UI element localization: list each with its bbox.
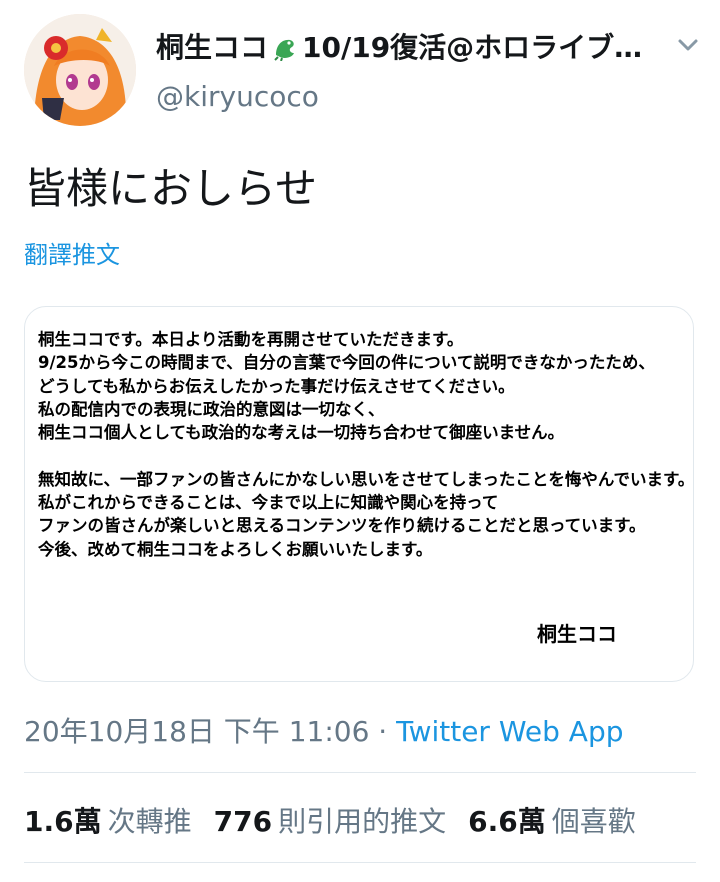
notice-line <box>38 444 694 467</box>
notice-line: 無知故に、一部ファンの皆さんにかなしい思いをさせてしまったことを悔やんでいます。 <box>38 469 695 489</box>
notice-line: ファンの皆さんが楽しいと思えるコンテンツを作り続けることだと思っています。 <box>38 516 646 536</box>
divider <box>24 862 696 863</box>
tweet-text: 皆様におしらせ <box>24 164 318 213</box>
meta-separator: · <box>369 715 397 748</box>
display-name[interactable]: 桐生ココ 10/19復活@ホロライブ… <box>156 26 656 68</box>
quotes-count: 776 <box>213 805 273 838</box>
likes-label: 個喜歡 <box>551 805 636 838</box>
notice-text: 桐生ココです。本日より活動を再開させていただきます。 9/25から今この時間まで… <box>38 328 694 561</box>
likes-stat[interactable]: 6.6萬 個喜歡 <box>468 805 658 838</box>
dragon-emoji-icon <box>272 35 298 68</box>
display-name-text: 桐生ココ <box>156 31 269 64</box>
translate-tweet-link[interactable]: 翻譯推文 <box>24 235 120 270</box>
source-app-link[interactable]: Twitter Web App <box>396 715 623 748</box>
notice-line: どうしても私からお伝えしたかった事だけ伝えさせてください。 <box>38 376 515 396</box>
notice-line: 桐生ココです。本日より活動を再開させていただきます。 <box>38 330 464 349</box>
divider <box>24 772 696 773</box>
notice-signature: 桐生ココ <box>537 622 617 646</box>
retweets-label: 次轉推 <box>107 805 192 838</box>
notice-line: 私の配信内での表現に政治的意図は一切なく、 <box>38 399 385 419</box>
avatar[interactable] <box>24 14 136 126</box>
notice-line: 9/25から今この時間まで、自分の言葉で今回の件について説明できなかったため、 <box>38 353 655 373</box>
quotes-label: 則引用的推文 <box>278 805 447 838</box>
user-handle[interactable]: @kiryucoco <box>156 80 319 113</box>
quotes-stat[interactable]: 776 則引用的推文 <box>214 805 468 838</box>
display-name-suffix: 10/19復活@ホロライブ… <box>302 31 643 64</box>
retweets-count: 1.6萬 <box>24 805 102 838</box>
tweet-stats: 1.6萬 次轉推 776 則引用的推文 6.6萬 個喜歡 <box>24 800 658 840</box>
retweets-stat[interactable]: 1.6萬 次轉推 <box>24 805 214 838</box>
notice-line: 今後、改めて桐生ココをよろしくお願いいたします。 <box>38 539 433 559</box>
tweet-meta: 20年10月18日 下午 11:06 · Twitter Web App <box>24 710 623 750</box>
tweet-timestamp[interactable]: 20年10月18日 下午 11:06 <box>24 715 369 748</box>
avatar-image <box>24 14 136 126</box>
notice-line: 桐生ココ個人としても政治的な考えは一切持ち合わせて御座いません。 <box>38 423 565 443</box>
chevron-down-icon[interactable] <box>674 34 702 56</box>
likes-count: 6.6萬 <box>468 805 546 838</box>
notice-line: 私がこれからできることは、今まで以上に知識や関心を持って <box>38 493 499 513</box>
